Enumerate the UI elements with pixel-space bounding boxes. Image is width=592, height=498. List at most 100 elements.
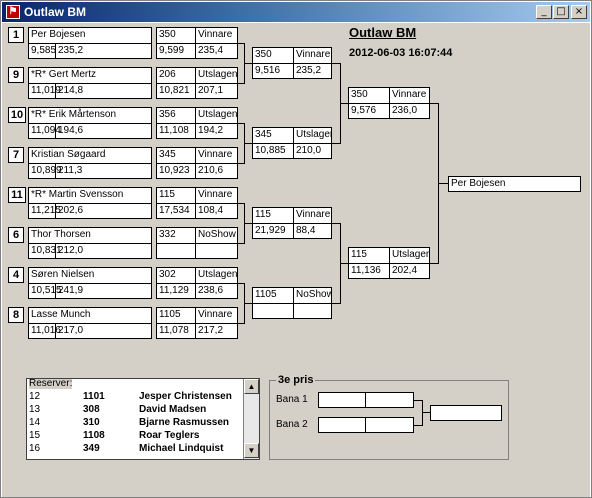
reserve-number: 310 (83, 417, 100, 428)
racer-entry[interactable]: Søren Nielsen 10,515 241,9 (28, 267, 152, 299)
scroll-down-icon[interactable]: ▼ (244, 443, 259, 458)
seed-number: 11 (8, 187, 26, 203)
racer-entry[interactable]: *R* Erik Mårtenson 11,094 194,6 (28, 107, 152, 139)
cell-top-left: Lasse Munch (31, 309, 91, 320)
seed-number: 6 (8, 227, 24, 243)
cell-bottom-right: 236,0 (389, 104, 429, 118)
close-button[interactable]: × (571, 5, 587, 19)
reserve-name: Bjarne Rasmussen (139, 417, 230, 428)
cell-bottom-right: 235,4 (195, 44, 237, 58)
cell-bottom-right: 108,4 (195, 204, 237, 218)
third-place-group: 3e pris Bana 1 Bana 2 (269, 374, 509, 460)
window-title: Outlaw BM (24, 5, 86, 19)
reserve-name: Roar Teglers (139, 430, 200, 441)
cell-bottom-left: 11,129 (159, 285, 189, 296)
cell-bottom-right: 235,2 (55, 44, 151, 58)
race-result[interactable]: 1105 Vinnare 11,078 217,2 (156, 307, 238, 339)
cell-top-left: Søren Nielsen (31, 269, 95, 280)
cell-top-right: Utslagen (195, 108, 237, 123)
cell-bottom-right (195, 244, 237, 258)
cell-bottom-right: 241,9 (55, 284, 151, 298)
reserves-scrollbar[interactable]: ▲ ▼ (243, 379, 259, 459)
round2-result[interactable]: 345 Utslagen 10,885 210,0 (252, 127, 332, 159)
race-result[interactable]: 356 Utslagen 11,108 194,2 (156, 107, 238, 139)
cell-top-right: NoShow (293, 288, 331, 303)
racer-entry[interactable]: Per Bojesen 9,585 235,2 (28, 27, 152, 59)
reserves-label: Reserver: (29, 378, 73, 389)
cell-bottom-right: 202,4 (389, 264, 429, 278)
cell-bottom-left: 10,821 (159, 85, 190, 96)
semifinal-result[interactable]: 115 Utslagen 11,136 202,4 (348, 247, 430, 279)
round2-result[interactable]: 1105 NoShow (252, 287, 332, 319)
cell-top-left: 206 (159, 69, 176, 80)
seed-number: 1 (8, 27, 24, 43)
reserve-position: 16 (29, 443, 41, 454)
cell-bottom-left: 10,885 (255, 145, 286, 156)
cell-bottom-right: 88,4 (293, 224, 331, 238)
reserve-row[interactable]: 16 349 Michael Lindquist (27, 443, 245, 455)
cell-bottom-right: 207,1 (195, 84, 237, 98)
racer-entry[interactable]: *R* Gert Mertz 11,019 214,8 (28, 67, 152, 99)
cell-bottom-right: 214,8 (55, 84, 151, 98)
scroll-up-icon[interactable]: ▲ (244, 379, 259, 394)
seed-number: 10 (8, 107, 26, 123)
reserve-row[interactable]: 12 1101 Jesper Christensen (27, 391, 245, 403)
racer-entry[interactable]: Lasse Munch 11,016 217,0 (28, 307, 152, 339)
cell-bottom-left (157, 244, 159, 258)
race-result[interactable]: 302 Utslagen 11,129 238,6 (156, 267, 238, 299)
cell-top-right: Vinnare (293, 208, 331, 223)
race-result[interactable]: 332 NoShow (156, 227, 238, 259)
race-result[interactable]: 115 Vinnare 17,534 108,4 (156, 187, 238, 219)
reserve-position: 14 (29, 417, 41, 428)
cell-top-left: 1105 (255, 289, 277, 300)
cell-top-right: Vinnare (195, 28, 237, 43)
round2-result[interactable]: 350 Vinnare 9,516 235,2 (252, 47, 332, 79)
cell-bottom-left (253, 304, 255, 318)
cell-bottom-right: 194,2 (195, 124, 237, 138)
title-bar[interactable]: ⚑ Outlaw BM _ □ × (2, 2, 590, 22)
cell-bottom-right: 217,0 (55, 324, 151, 338)
cell-bottom-right: 212,0 (55, 244, 151, 258)
maximize-button[interactable]: □ (553, 5, 569, 19)
semifinal-result[interactable]: 350 Vinnare 9,576 236,0 (348, 87, 430, 119)
cell-bottom-left: 9,599 (159, 45, 185, 56)
round2-result[interactable]: 115 Vinnare 21,929 88,4 (252, 207, 332, 239)
racer-entry[interactable]: *R* Martin Svensson 11,215 202,6 (28, 187, 152, 219)
cell-bottom-left: 9,576 (351, 105, 377, 116)
reserve-name: Jesper Christensen (139, 391, 232, 402)
cell-top-right: Utslagen (293, 128, 331, 143)
app-icon[interactable]: ⚑ (6, 5, 20, 19)
race-result[interactable]: 350 Vinnare 9,599 235,4 (156, 27, 238, 59)
cell-top-right: Vinnare (195, 188, 237, 203)
cell-bottom-right: 194,6 (55, 124, 151, 138)
minimize-button[interactable]: _ (536, 5, 552, 19)
reserves-list[interactable]: Reserver: 12 1101 Jesper Christensen 13 308 D… (26, 378, 260, 460)
lane-1-box[interactable] (318, 392, 414, 408)
seed-number: 7 (8, 147, 24, 163)
cell-bottom-left: 21,929 (255, 225, 286, 236)
cell-bottom-right: 210,0 (293, 144, 331, 158)
cell-bottom-right: 202,6 (55, 204, 151, 218)
cell-top-left: Per Bojesen (31, 29, 86, 40)
reserve-number: 308 (83, 404, 100, 415)
cell-top-right: Utslagen (195, 268, 237, 283)
cell-top-left: 332 (159, 229, 176, 240)
third-place-legend: 3e pris (276, 374, 316, 386)
cell-bottom-right: 210,6 (195, 164, 237, 178)
reserve-row[interactable]: 14 310 Bjarne Rasmussen (27, 417, 245, 429)
cell-bottom-left: 11,078 (159, 325, 189, 336)
reserve-row[interactable]: 15 1108 Roar Teglers (27, 430, 245, 442)
seed-number: 9 (8, 67, 24, 83)
cell-top-left: 1105 (159, 309, 181, 320)
cell-bottom-left: 17,534 (159, 205, 190, 216)
race-result[interactable]: 206 Utslagen 10,821 207,1 (156, 67, 238, 99)
reserve-row[interactable]: 13 308 David Madsen (27, 404, 245, 416)
racer-entry[interactable]: Thor Thorsen 10,831 212,0 (28, 227, 152, 259)
winner-box: Per Bojesen (448, 176, 581, 192)
lane-2-box[interactable] (318, 417, 414, 433)
racer-entry[interactable]: Kristian Søgaard 10,899 211,3 (28, 147, 152, 179)
application-window: ⚑ Outlaw BM _ □ × Outlaw BM 2012-06-03 1… (0, 0, 592, 498)
cell-top-left: 115 (255, 209, 271, 220)
race-result[interactable]: 345 Vinnare 10,923 210,6 (156, 147, 238, 179)
cell-top-right: Utslagen (389, 248, 429, 263)
